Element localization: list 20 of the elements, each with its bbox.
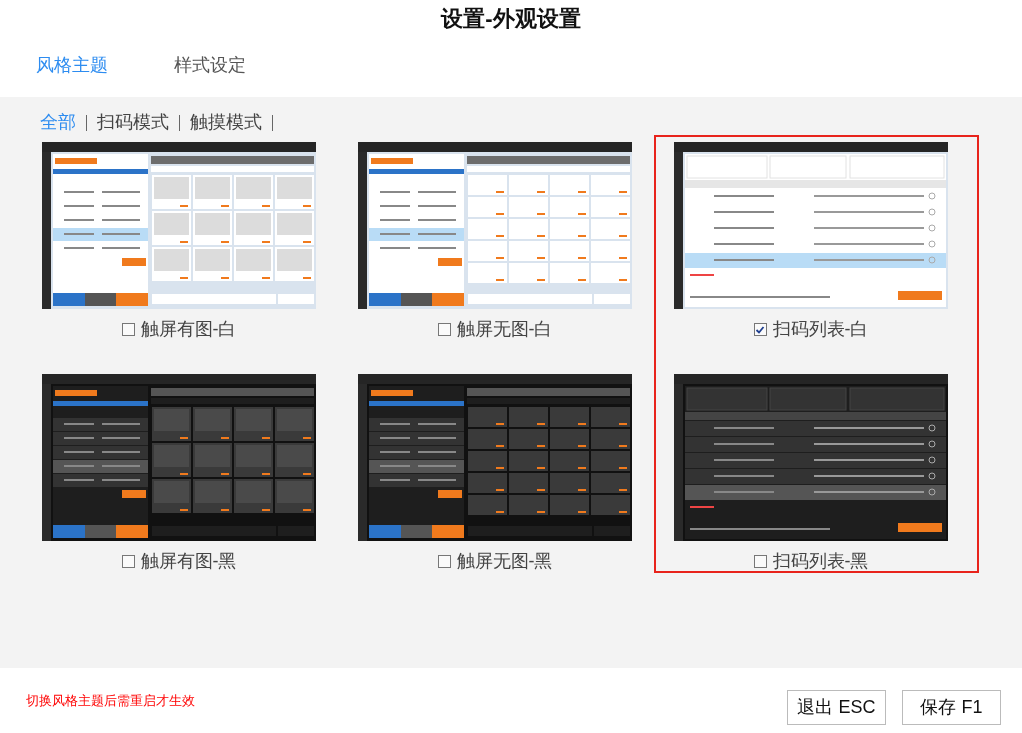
window-title: 设置-外观设置 xyxy=(441,5,581,33)
theme-checkbox[interactable] xyxy=(121,555,135,568)
theme-label: 触屏无图-黑 xyxy=(456,550,553,573)
footer-button[interactable]: 保存 F1 xyxy=(902,690,1001,725)
theme-checkbox[interactable] xyxy=(753,555,767,568)
theme-checkbox[interactable] xyxy=(121,323,135,336)
theme-checkbox[interactable] xyxy=(753,323,767,336)
tab[interactable]: 样式设定 xyxy=(174,52,246,79)
filter-link[interactable]: 触摸模式 xyxy=(190,109,262,136)
theme-label: 扫码列表-白 xyxy=(772,318,869,341)
theme-checkbox[interactable] xyxy=(437,323,451,336)
filter-link[interactable]: 扫码模式 xyxy=(97,109,169,136)
theme-label: 触屏有图-白 xyxy=(140,318,237,341)
theme-checkbox[interactable] xyxy=(437,555,451,568)
tab[interactable]: 风格主题 xyxy=(36,52,108,79)
theme-label: 触屏有图-黑 xyxy=(140,550,237,573)
restart-notice: 切换风格主题后需重启才生效 xyxy=(26,691,195,710)
footer-button[interactable]: 退出 ESC xyxy=(787,690,886,725)
theme-label: 扫码列表-黑 xyxy=(772,550,869,573)
theme-label: 触屏无图-白 xyxy=(456,318,553,341)
